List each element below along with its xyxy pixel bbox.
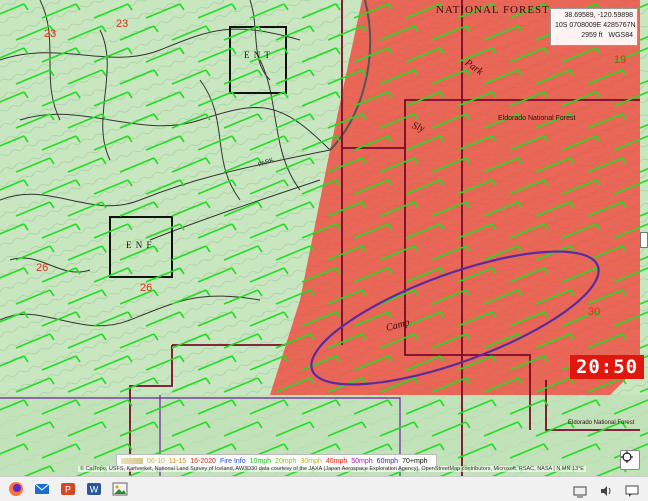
section-number: 19 bbox=[614, 54, 627, 66]
panel-handle[interactable] bbox=[640, 232, 648, 248]
firefox-icon bbox=[9, 482, 23, 496]
legend-item: 50mph bbox=[351, 458, 373, 465]
taskbar-mail[interactable] bbox=[32, 479, 52, 499]
taskbar-word[interactable]: W bbox=[84, 479, 104, 499]
legend-item: Fire Info bbox=[219, 458, 246, 465]
taskbar-firefox[interactable] bbox=[6, 479, 26, 499]
tray-volume[interactable] bbox=[596, 481, 616, 501]
speaker-icon bbox=[601, 486, 611, 496]
forest-label-top: NATIONAL FOREST bbox=[436, 4, 550, 16]
map-svg bbox=[0, 0, 648, 476]
coordinate-readout: 38.69589, -120.59898 10S 0708009E 428576… bbox=[550, 8, 638, 46]
svg-text:P: P bbox=[65, 485, 71, 495]
coord-elev-row: 2959 ft WGS84 bbox=[555, 31, 633, 41]
ent-box-label: E N T bbox=[244, 50, 271, 60]
section-number: 30 bbox=[588, 306, 601, 318]
time-badge: 20:50 bbox=[570, 355, 644, 379]
legend-item: 60mph bbox=[376, 458, 399, 465]
legend-item: 06-10 bbox=[146, 458, 165, 465]
tray-network[interactable] bbox=[570, 481, 590, 501]
forest-label-mid: Eldorado National Forest bbox=[498, 115, 576, 122]
tray-chat[interactable] bbox=[622, 481, 642, 501]
coord-latlon: 38.69589, -120.59898 bbox=[564, 12, 633, 19]
legend-item: 16-2020 bbox=[190, 458, 216, 465]
legend-item: 10mph bbox=[249, 458, 272, 465]
map-canvas[interactable]: NATIONAL FOREST Eldorado National Forest… bbox=[0, 0, 648, 476]
taskbar-image[interactable] bbox=[110, 479, 130, 499]
forest-label-bottom: Eldorado National Forest bbox=[568, 420, 635, 426]
chat-icon bbox=[625, 485, 639, 497]
legend-item: 70+mph bbox=[402, 458, 428, 465]
taskbar-presentation[interactable]: P bbox=[58, 479, 78, 499]
section-number: 23 bbox=[116, 18, 129, 30]
coord-datum: WGS84 bbox=[608, 32, 633, 39]
enf-box-label: E N F bbox=[126, 240, 153, 250]
section-number: 26 bbox=[36, 262, 49, 274]
legend-item: 11-15 bbox=[168, 458, 187, 465]
word-icon: W bbox=[87, 483, 101, 495]
svg-text:W: W bbox=[90, 485, 99, 495]
coord-elev: 2959 ft bbox=[581, 32, 603, 39]
legend-item: 30mph bbox=[300, 458, 322, 465]
crosshair-icon bbox=[621, 451, 633, 463]
section-number: 23 bbox=[44, 28, 57, 40]
attribution: © CalTopo, USFS, Kartverket, National La… bbox=[78, 466, 586, 472]
mail-icon bbox=[34, 483, 50, 494]
system-tray bbox=[570, 481, 642, 501]
network-icon bbox=[573, 486, 587, 498]
legend-item: 20mph bbox=[275, 458, 297, 465]
presentation-icon: P bbox=[61, 483, 75, 495]
taskbar: P W bbox=[0, 476, 648, 501]
locate-button[interactable] bbox=[620, 450, 640, 470]
image-icon bbox=[112, 482, 128, 496]
coord-utm: 10S 0708009E 4285767N bbox=[555, 22, 636, 29]
legend-item: 40mph bbox=[325, 458, 348, 465]
legend-swatch bbox=[121, 458, 143, 465]
section-number: 26 bbox=[140, 282, 153, 294]
